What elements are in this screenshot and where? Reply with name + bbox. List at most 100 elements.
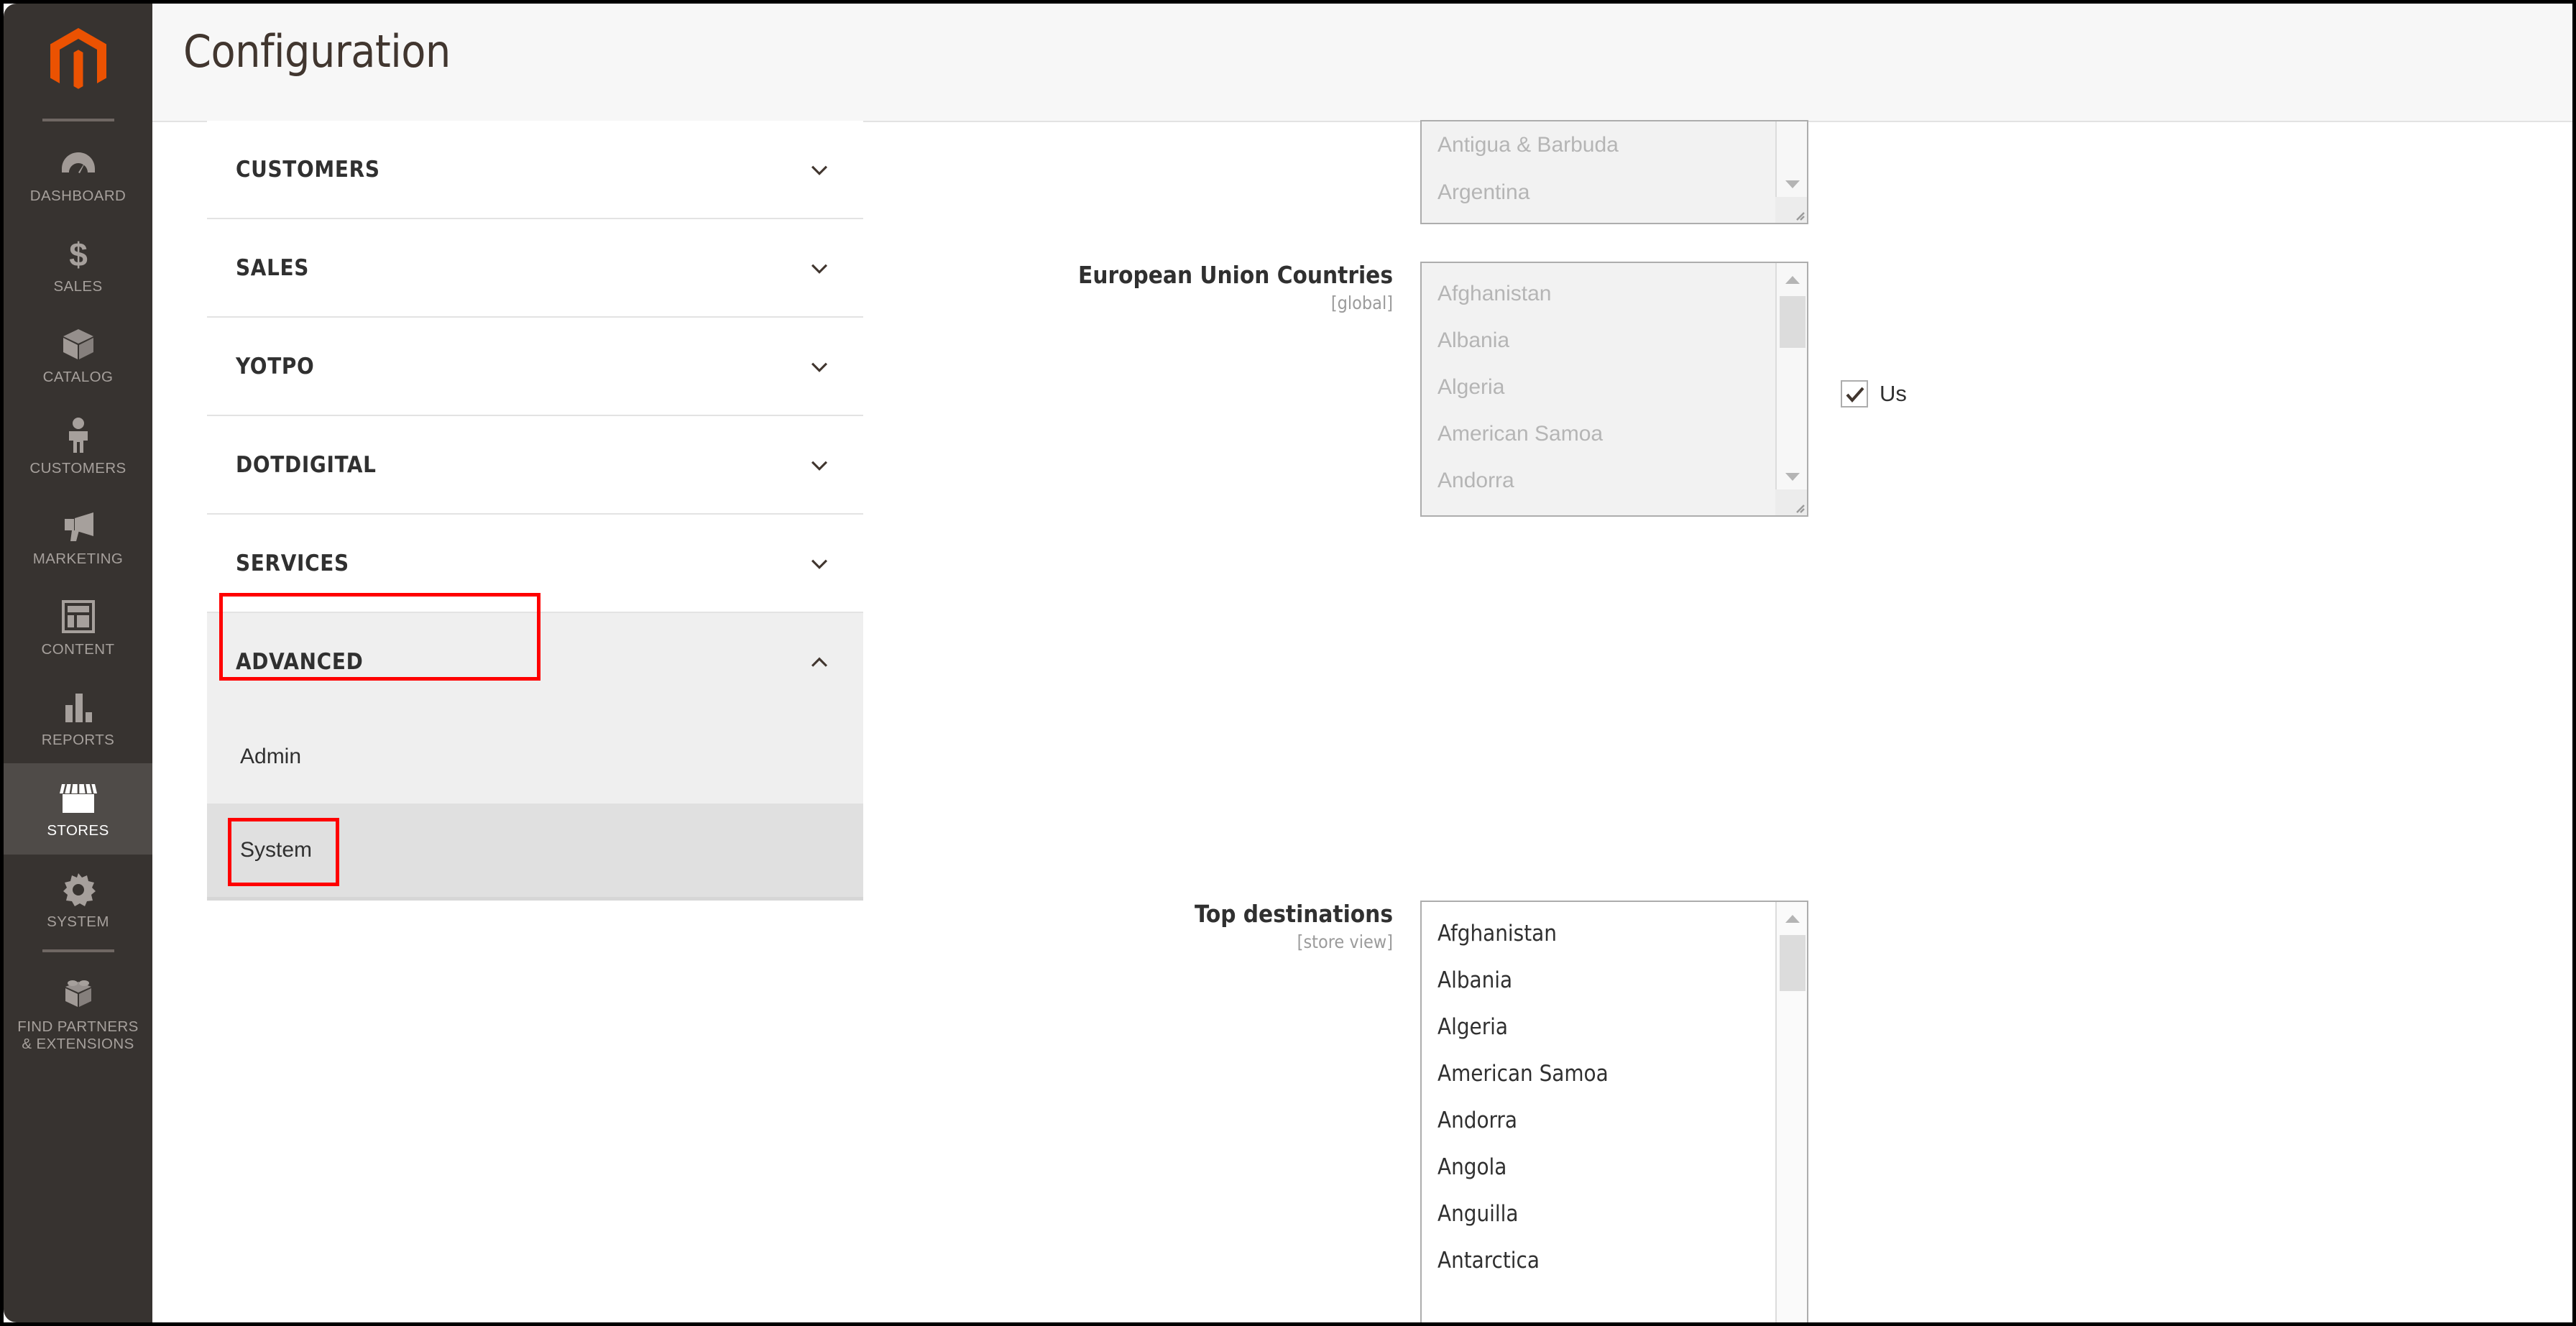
list-item[interactable]: Argentina <box>1422 169 1775 216</box>
multiselect-option-list: Afghanistan Albania Algeria American Sam… <box>1422 902 1775 1322</box>
config-section-advanced[interactable]: ADVANCED Admin System <box>207 613 863 898</box>
chevron-down-icon <box>807 354 832 379</box>
storefront-icon <box>6 779 150 816</box>
config-section-label: ADVANCED <box>236 648 364 675</box>
sidebar-item-system[interactable]: SYSTEM <box>4 855 152 945</box>
sidebar-item-reports[interactable]: REPORTS <box>4 673 152 763</box>
config-advanced-submenu: Admin System <box>207 710 863 897</box>
gear-icon <box>6 870 150 908</box>
config-section-yotpo[interactable]: YOTPO <box>207 318 863 416</box>
sidebar-item-find-partners-extensions[interactable]: FIND PARTNERS & EXTENSIONS <box>4 959 152 1067</box>
sidebar-item-marketing[interactable]: MARKETING <box>4 492 152 582</box>
sidebar-item-label: SALES <box>53 278 103 295</box>
chevron-down-icon <box>807 551 832 576</box>
sidebar-item-content[interactable]: CONTENT <box>4 582 152 673</box>
configuration-form: Antigua & Barbuda Argentina European Uni… <box>863 120 2572 1322</box>
multiselect-option-list: Afghanistan Albania Algeria American Sam… <box>1422 263 1775 515</box>
admin-sidebar: DASHBOARD $ SALES CATALOG CUSTOMERS MARK… <box>4 4 152 1322</box>
list-item[interactable]: Andorra <box>1422 457 1775 504</box>
list-item[interactable]: Angola <box>1422 1144 1775 1191</box>
field-row-partial-multiselect: Antigua & Barbuda Argentina <box>863 120 2545 224</box>
page-header: Configuration <box>152 4 2572 122</box>
use-system-value-control[interactable]: Us <box>1841 270 1907 517</box>
list-item[interactable]: American Samoa <box>1422 1051 1775 1097</box>
multiselect-european-union-countries[interactable]: Afghanistan Albania Algeria American Sam… <box>1420 262 1808 517</box>
config-subitem-label: Admin <box>240 745 302 768</box>
sidebar-item-customers[interactable]: CUSTOMERS <box>4 401 152 492</box>
svg-text:$: $ <box>69 236 88 271</box>
field-row-top-destinations: Top destinations [store view] Afghanista… <box>863 901 2572 1322</box>
box-icon <box>6 326 150 363</box>
use-system-value-checkbox[interactable] <box>1841 379 1868 408</box>
list-item[interactable]: Anguilla <box>1422 1191 1775 1238</box>
sidebar-item-label: MARKETING <box>32 550 124 567</box>
scroll-down-arrow-icon[interactable] <box>1777 464 1807 489</box>
person-icon <box>6 417 150 454</box>
chevron-up-icon <box>807 650 832 674</box>
config-section-label: SALES <box>236 254 310 281</box>
chevron-down-icon <box>807 453 832 477</box>
list-item[interactable]: Antarctica <box>1422 1238 1775 1284</box>
sidebar-item-dashboard[interactable]: DASHBOARD <box>4 129 152 219</box>
multiselect-option-list: Antigua & Barbuda Argentina <box>1422 121 1775 223</box>
screenshot-root: DASHBOARD $ SALES CATALOG CUSTOMERS MARK… <box>0 0 2576 1326</box>
list-item[interactable]: Algeria <box>1422 364 1775 410</box>
list-item[interactable]: Antigua & Barbuda <box>1422 121 1775 169</box>
field-label: European Union Countries <box>1078 261 1393 289</box>
sidebar-item-label: CUSTOMERS <box>29 459 126 476</box>
sidebar-divider-bottom <box>42 949 114 952</box>
configuration-section-menu: CUSTOMERS SALES YOTPO DOTDIGITAL SERVICE… <box>207 121 863 901</box>
chevron-down-icon <box>807 157 832 182</box>
field-scope: [store view] <box>1297 931 1393 952</box>
multiselect-partial[interactable]: Antigua & Barbuda Argentina <box>1420 120 1808 224</box>
sidebar-divider-top <box>42 119 114 121</box>
scrollbar-thumb[interactable] <box>1780 296 1806 348</box>
scrollbar-thumb[interactable] <box>1780 935 1806 991</box>
config-section-label: DOTDIGITAL <box>236 451 377 478</box>
list-item[interactable]: Andorra <box>1422 1097 1775 1144</box>
sidebar-item-label: STORES <box>47 822 109 839</box>
resize-grip-icon[interactable] <box>1775 489 1807 515</box>
sidebar-item-label: REPORTS <box>41 732 115 749</box>
scroll-up-arrow-icon[interactable] <box>1777 267 1807 293</box>
list-item[interactable]: Algeria <box>1422 1004 1775 1051</box>
bar-chart-icon <box>6 689 150 726</box>
sidebar-item-sales[interactable]: $ SALES <box>4 219 152 310</box>
scroll-up-arrow-icon[interactable] <box>1777 906 1807 932</box>
sidebar-item-label: CONTENT <box>41 640 115 658</box>
sidebar-item-label-line2: & EXTENSIONS <box>22 1035 134 1052</box>
field-scope: [global] <box>1330 292 1393 313</box>
magento-logo[interactable] <box>4 4 152 119</box>
use-system-value-label: Us <box>1880 380 1907 406</box>
layout-page-icon <box>6 598 150 635</box>
resize-grip-icon[interactable] <box>1775 197 1807 223</box>
list-item[interactable]: Albania <box>1422 317 1775 364</box>
config-section-sales[interactable]: SALES <box>207 219 863 318</box>
sidebar-item-stores[interactable]: STORES <box>4 763 152 855</box>
multiselect-scrollbar[interactable] <box>1775 121 1807 223</box>
list-item[interactable]: Afghanistan <box>1422 911 1775 957</box>
list-item[interactable]: American Samoa <box>1422 410 1775 457</box>
sidebar-item-label: DASHBOARD <box>29 188 126 204</box>
config-subitem-admin[interactable]: Admin <box>207 710 863 804</box>
dollar-sign-icon: $ <box>6 235 150 272</box>
sidebar-item-label: FIND PARTNERS <box>17 1018 139 1035</box>
multiselect-scrollbar[interactable] <box>1775 902 1807 1322</box>
config-subitem-system[interactable]: System <box>207 804 863 897</box>
config-section-services[interactable]: SERVICES <box>207 515 863 613</box>
list-item[interactable]: Albania <box>1422 957 1775 1004</box>
multiselect-top-destinations[interactable]: Afghanistan Albania Algeria American Sam… <box>1420 901 1808 1322</box>
list-item[interactable]: Angola <box>1422 504 1775 515</box>
config-section-dotdigital[interactable]: DOTDIGITAL <box>207 416 863 515</box>
dashboard-gauge-icon <box>6 144 150 182</box>
list-item[interactable]: Afghanistan <box>1422 270 1775 317</box>
config-section-customers[interactable]: CUSTOMERS <box>207 121 863 219</box>
lego-brick-icon <box>6 975 150 1013</box>
sidebar-item-catalog[interactable]: CATALOG <box>4 310 152 400</box>
config-section-label: SERVICES <box>236 550 349 576</box>
scroll-down-arrow-icon[interactable] <box>1777 171 1807 197</box>
megaphone-icon <box>6 507 150 545</box>
sidebar-item-label: CATALOG <box>42 369 114 386</box>
multiselect-scrollbar[interactable] <box>1775 263 1807 515</box>
config-subitem-label: System <box>240 838 313 862</box>
